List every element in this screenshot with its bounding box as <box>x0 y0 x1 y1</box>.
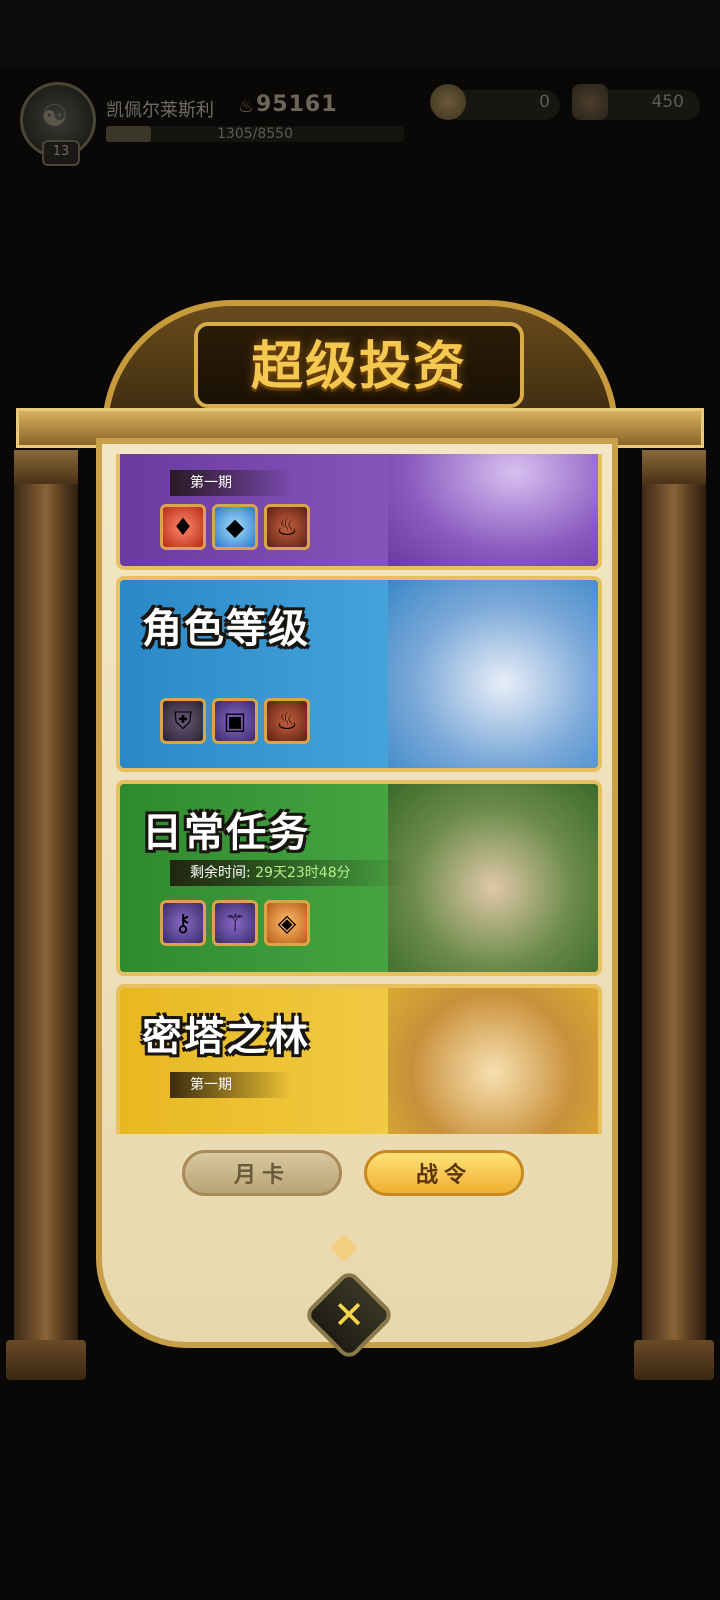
right-pillar <box>634 450 714 1380</box>
fire-totem-icon[interactable]: ♨ <box>264 504 310 550</box>
gold-coin-icon <box>430 84 466 120</box>
battle-pass-button[interactable]: 战令 <box>364 1150 524 1196</box>
investment-card-character-level[interactable]: 角色等级 ⛨ ▣ ♨ <box>116 576 602 772</box>
lion-warrior-art <box>388 988 598 1134</box>
card-title: 日常任务 <box>142 810 310 856</box>
trophy-value: 450 <box>651 92 684 112</box>
staff-icon[interactable]: ⚚ <box>212 900 258 946</box>
treasure-chest-icon[interactable]: ▣ <box>212 698 258 744</box>
panel-body: 第一期 ♦ ◆ ♨ 角色等级 ⛨ ▣ ♨ 日常任务 剩余时间: 29天23时48… <box>96 438 618 1348</box>
investment-card-daily-tasks[interactable]: 日常任务 剩余时间: 29天23时48分 ⚷ ⚚ ◈ <box>116 780 602 976</box>
water-spirit-art <box>388 580 598 768</box>
power-icon: ♨ <box>238 96 255 117</box>
player-hud: ☯ 13 凯佩尔莱斯利 ♨ 95161 1305/8550 0 450 <box>0 68 720 178</box>
gold-value: 0 <box>539 92 550 112</box>
old-druid-art <box>388 784 598 972</box>
super-investment-panel: 超级投资 第一期 ♦ ◆ ♨ 角色等级 ⛨ ▣ ♨ 日常任务 剩余时间: 29天… <box>6 260 714 1380</box>
investment-card-1[interactable]: 第一期 ♦ ◆ ♨ <box>116 454 602 570</box>
xp-text: 1305/8550 <box>217 126 293 142</box>
month-card-button[interactable]: 月卡 <box>182 1150 342 1196</box>
player-level-badge: 13 <box>42 140 80 166</box>
card-subtitle: 第一期 <box>170 470 292 496</box>
status-bar <box>0 0 720 68</box>
panel-title: 超级投资 <box>250 337 467 397</box>
investment-list[interactable]: 第一期 ♦ ◆ ♨ 角色等级 ⛨ ▣ ♨ 日常任务 剩余时间: 29天23时48… <box>116 454 602 1134</box>
player-name: 凯佩尔莱斯利 <box>106 100 214 121</box>
trophy-icon <box>572 84 608 120</box>
close-icon[interactable]: ✕ <box>316 1282 382 1348</box>
armor-icon[interactable]: ⛨ <box>160 698 206 744</box>
amber-crystal-icon[interactable]: ◈ <box>264 900 310 946</box>
card-subtitle: 第一期 <box>170 1072 292 1098</box>
card-title: 密塔之林 <box>142 1014 310 1060</box>
left-pillar <box>6 450 86 1380</box>
card-title: 角色等级 <box>142 606 310 652</box>
fire-totem-icon[interactable]: ♨ <box>264 698 310 744</box>
avatar-image: ☯ <box>41 99 68 134</box>
player-power: 95161 <box>256 92 338 117</box>
red-gem-icon[interactable]: ♦ <box>160 504 206 550</box>
timer-label: 剩余时间: <box>190 865 251 881</box>
key-icon[interactable]: ⚷ <box>160 900 206 946</box>
timer-value: 29天23时48分 <box>255 865 351 881</box>
bottom-tabs: 月卡 战令 <box>102 1150 612 1210</box>
blue-crystal-icon[interactable]: ◆ <box>212 504 258 550</box>
card-timer: 剩余时间: 29天23时48分 <box>170 860 411 886</box>
investment-card-mystic-forest[interactable]: 密塔之林 第一期 <box>116 984 602 1134</box>
tentacle-sorceress-art <box>388 454 598 566</box>
